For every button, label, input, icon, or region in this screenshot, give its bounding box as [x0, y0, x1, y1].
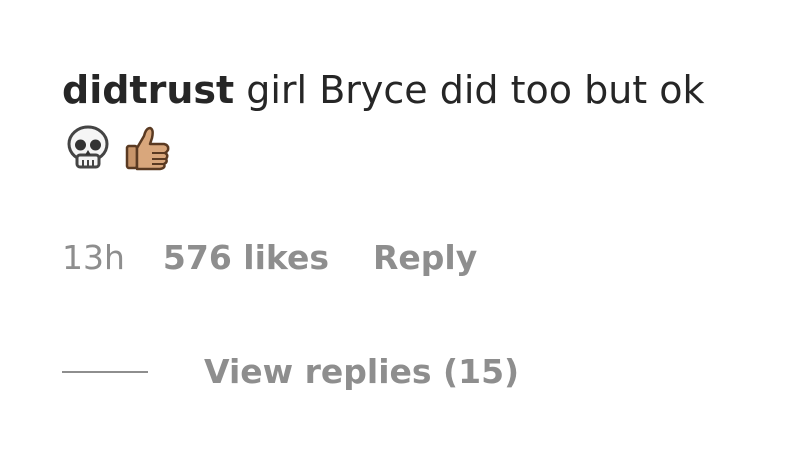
- thumbs-up-emoji-icon: [122, 122, 174, 174]
- comment-username[interactable]: didtrust: [62, 68, 234, 112]
- comment-body: girl Bryce did too but ok: [234, 68, 705, 112]
- view-replies-label: View replies (15): [204, 352, 520, 391]
- skull-emoji-icon: [62, 122, 114, 174]
- comment-meta: 13h 576 likes Reply: [62, 238, 477, 277]
- comment-timestamp[interactable]: 13h: [62, 238, 125, 277]
- reply-button[interactable]: Reply: [373, 238, 477, 277]
- replies-divider-line: [62, 370, 148, 373]
- emoji-row: [62, 118, 792, 178]
- view-replies-button[interactable]: View replies (15): [62, 352, 519, 391]
- comment-text: didtrust girl Bryce did too but ok: [62, 62, 792, 118]
- comment-likes[interactable]: 576 likes: [163, 238, 329, 277]
- comment: didtrust girl Bryce did too but ok: [62, 62, 792, 178]
